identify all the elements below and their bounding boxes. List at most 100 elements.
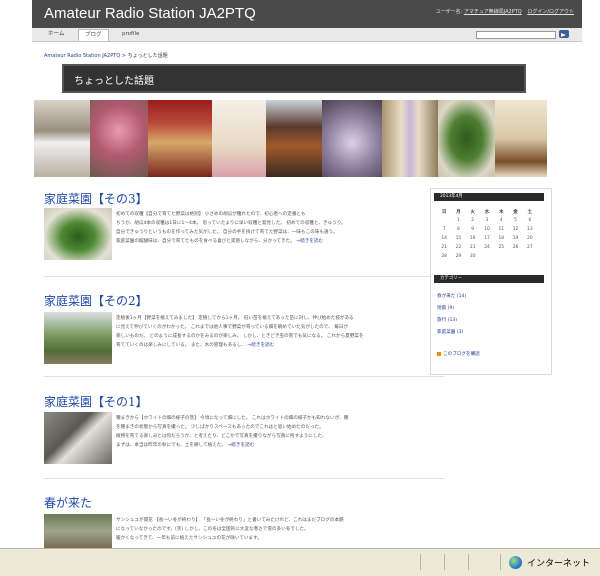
calendar-day: 5 [514,218,517,223]
post-body-line: サンシュユが開花 【長〜い冬が終わり】 「長〜い冬が終わり」と書いてみたけれど、… [116,518,344,523]
nav-bar: ホーム ブログ profile [32,28,582,42]
status-divider [500,554,501,570]
search-button[interactable] [559,30,569,38]
calendar-day [480,252,494,261]
post-body-4: サンシュユが開花 【長〜い冬が終わり】 「長〜い冬が終わり」と書いてみたけれど、… [116,516,416,543]
robot-photo [34,100,90,177]
security-zone-label: インターネット [527,559,591,569]
post-divider [44,276,444,277]
post-body-line: になっていなかったのです。(笑) しかし、この冬は全国的に大変な寒さで雪の多い冬… [116,527,309,532]
post-title-3[interactable]: 家庭菜園【その1】 [44,393,148,410]
subscribe-link[interactable]: このブログを購読 [437,351,480,357]
post-body-line: 種まきから【ホワイトの畑の様子の巻】 今頃になって畑にした。 これはホワイトの畑… [116,416,349,421]
calendar-day: 1 [457,218,460,223]
calendar-day: 14 [441,236,447,241]
weekday: 火 [470,209,475,215]
read-more-link[interactable]: →続きを読む [247,343,274,348]
seedbed-thumbnail[interactable] [44,412,112,464]
status-divider [444,554,445,570]
spring-thumbnail[interactable] [44,514,112,548]
post-divider [44,376,444,377]
calendar-day: 21 [441,245,447,250]
category-banner: ちょっとした話題 [62,64,526,93]
calendar-day: 7 [442,227,446,232]
calendar-day: 12 [512,227,519,232]
still-life-photo [322,100,382,177]
calendar-day: 25 [498,245,505,250]
post-body-line: を種まきの状態から写真を撮った。 少しばかりスペースもあったのでこれはと思い始め… [116,425,324,430]
post-body-line: まずは、本当は昨年の秋にでも、土を耕して植えた。 →続きを読む [116,443,255,448]
internet-zone-icon [509,556,522,569]
calendar-day: 9 [471,227,475,232]
calendar-week: 28 29 30 [437,252,537,261]
calendar: 日 月 火 水 木 金 土 1 2 3 4 5 6 7 8 9 10 11 12… [437,207,537,261]
weekday: 日 [441,209,447,215]
post-body-line: 植物を育てる楽しみとは何だろうか、と考えたり、どこかで写真を撮りながら写真に残す… [116,434,327,439]
weekday: 木 [499,209,504,215]
weekday: 土 [527,209,533,215]
breadcrumb-separator: > [120,53,128,59]
breadcrumb-current: ちょっとした話題 [127,53,168,59]
category-link[interactable]: 旅行 (13) [437,317,457,323]
cucumber-photo [438,100,495,177]
calendar-week: 21 22 23 24 25 26 27 [437,243,537,252]
search-input[interactable] [476,31,556,39]
calendar-day: 4 [499,218,503,223]
sidebar: 2013年4月 日 月 火 水 木 金 土 1 2 3 4 5 6 7 8 9 … [430,188,552,375]
calendar-day [494,252,508,261]
post-body-2: 定植後1ヶ月【野菜を植えてみました】 定植してから1ヶ月。 低い苗を植えてあった… [116,314,416,350]
post-body-line: 初めての収穫【自分で育てた野菜は格別】 小さめの胡瓜が穫れたので、初心者への定番… [116,212,306,217]
browser-status-bar: インターネット [0,548,600,576]
post-divider [44,478,444,479]
category-link[interactable]: 春が来た (14) [437,293,466,299]
user-info: ユーザー名: アマチュア無線局JA2PTQ ログイン/ログアウト [436,8,574,15]
breadcrumb: Amateur Radio Station JA2PTQ > ちょっとした話題 [44,52,168,59]
tab-blog[interactable]: ブログ [78,29,109,41]
calendar-day: 19 [512,236,519,241]
read-more-link[interactable]: →続きを読む [296,239,323,244]
login-logout-link[interactable]: ログイン/ログアウト [527,9,574,15]
calendar-weekdays: 日 月 火 水 木 金 土 [437,207,537,216]
calendar-week: 1 2 3 4 5 6 [437,216,537,225]
calendar-day: 10 [484,227,490,232]
tab-profile[interactable]: profile [116,29,145,40]
category-link[interactable]: 家庭菜園 (3) [437,329,463,335]
calendar-day: 13 [527,227,533,232]
plum-blossom-photo [90,100,148,177]
calendar-day [437,216,451,225]
post-title-2[interactable]: 家庭菜園【その2】 [44,292,148,309]
calendar-day: 24 [484,245,490,250]
garden-thumbnail[interactable] [44,312,112,364]
read-more-link[interactable]: →続きを読む [227,443,254,448]
post-body-line: に見えて伸びていくのがわかった。 これまでは他人事で野菜が育っている畑を眺めてい… [116,325,348,330]
calendar-day: 16 [469,236,476,241]
post-body-line: 定植後1ヶ月【野菜を植えてみました】 定植してから1ヶ月。 低い苗を植えてあった… [116,316,354,321]
flower-scroll-photo [382,100,438,177]
calendar-day: 27 [527,245,533,250]
post-body-line: 楽しいものだ。 どのように成長するのかをみるのが楽しみ。 しかし、ときどき虫の害… [116,334,364,339]
weekday: 月 [456,209,461,215]
calendar-heading: 2013年4月 [434,193,544,201]
tab-home[interactable]: ホーム [42,29,70,40]
post-title-1[interactable]: 家庭菜園【その3】 [44,190,148,207]
post-title-4[interactable]: 春が来た [44,494,92,511]
breadcrumb-home-link[interactable]: Amateur Radio Station JA2PTQ [44,53,120,59]
calendar-day: 3 [485,218,489,223]
photo-strip [34,100,547,177]
user-name-link[interactable]: アマチュア無線局JA2PTQ [464,9,522,15]
site-header: Amateur Radio Station JA2PTQ ユーザー名: アマチュ… [32,0,582,28]
calendar-day: 2 [471,218,475,223]
user-prefix: ユーザー名: [435,9,463,15]
post-body-3: 種まきから【ホワイトの畑の様子の巻】 今頃になって畑にした。 これはホワイトの畑… [116,414,416,450]
calendar-day: 15 [455,236,462,241]
post-body-line: ちうか、胡瓜4本の収穫は1日に1〜4本。 思っていたよりに早い収穫と発見した。 … [116,221,346,226]
category-link[interactable]: 地震 (9) [437,305,454,311]
calendar-day: 22 [455,245,462,250]
status-divider [468,554,469,570]
biwa-poster-photo [495,100,547,177]
cucumbers-thumbnail[interactable] [44,208,112,260]
calendar-day: 26 [512,245,519,250]
site-title[interactable]: Amateur Radio Station JA2PTQ [44,5,256,22]
categories-heading: カテゴリー [434,275,544,283]
rss-icon [437,351,441,356]
